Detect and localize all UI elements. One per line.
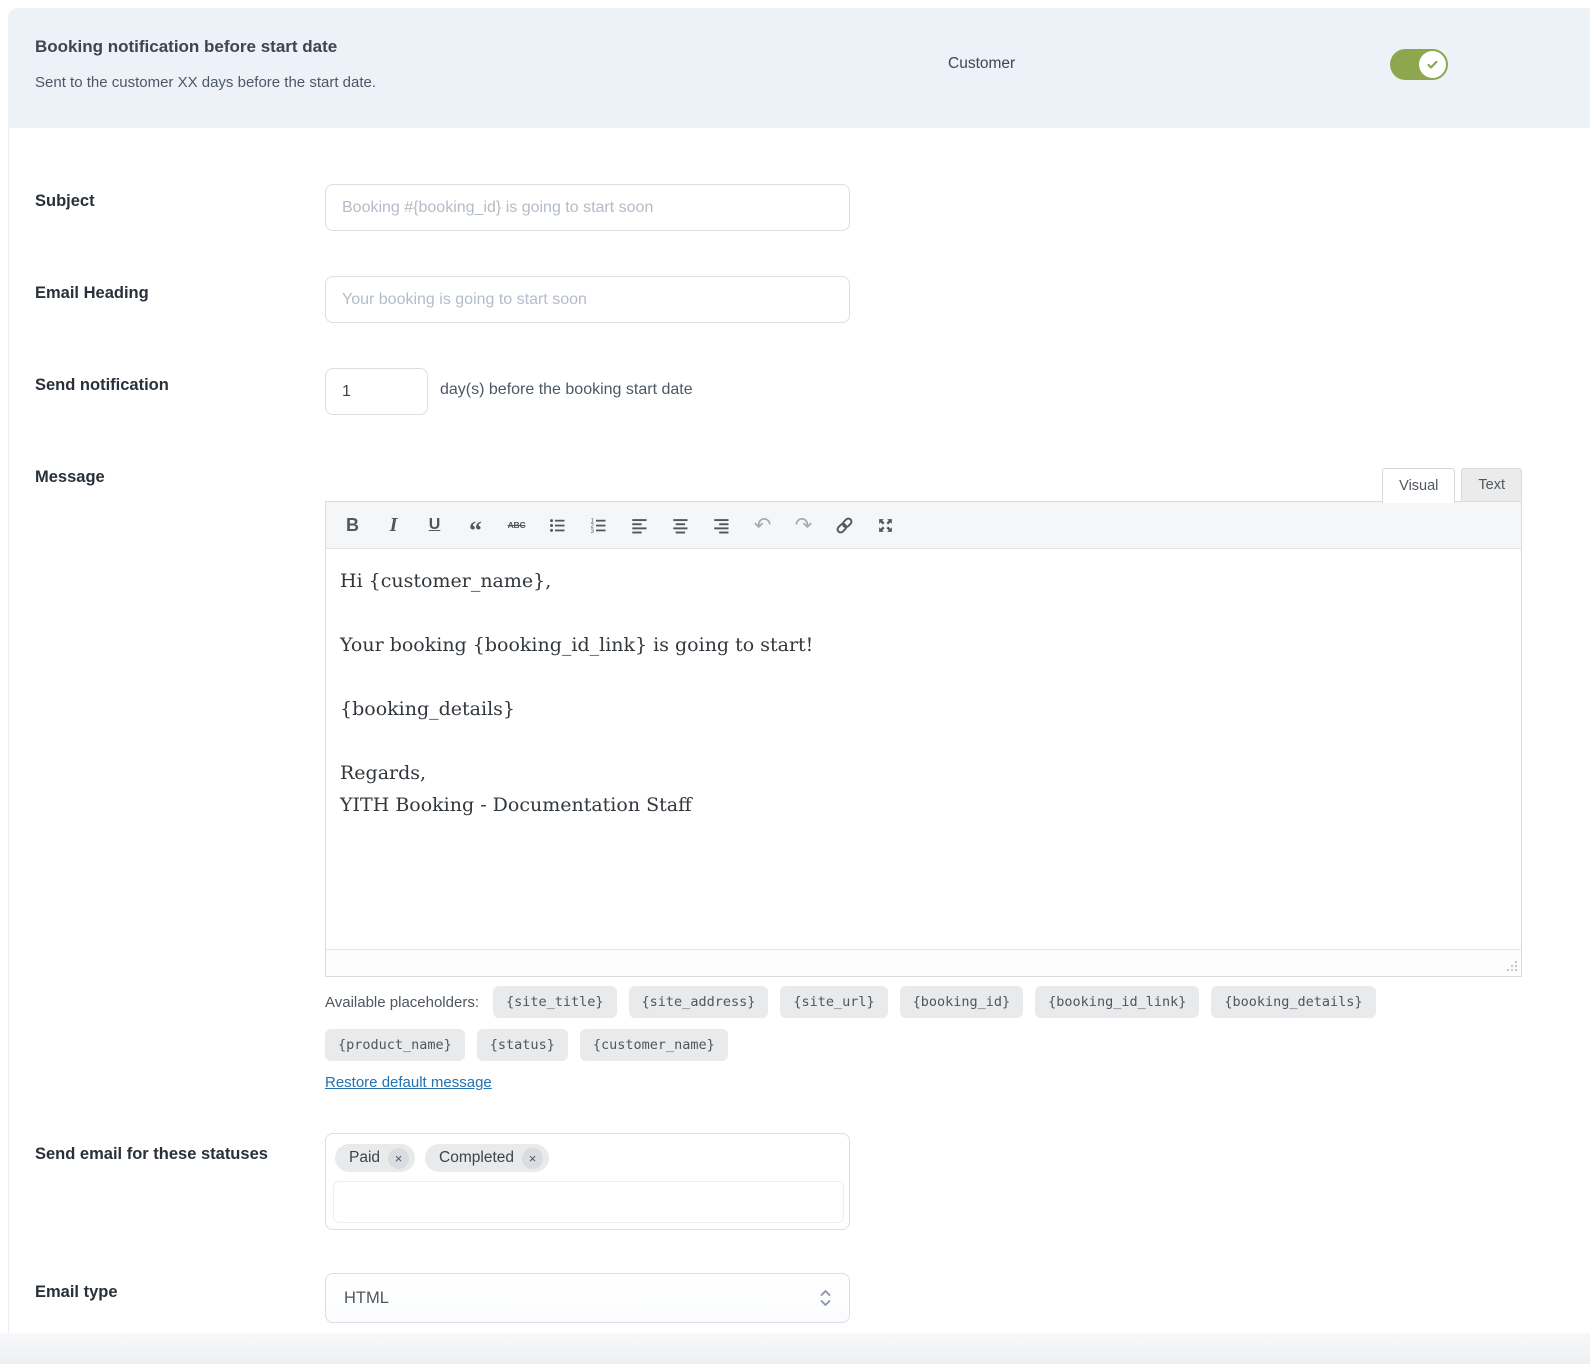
available-placeholders-label: Available placeholders: bbox=[325, 994, 479, 1011]
align-left-icon bbox=[631, 517, 648, 534]
tab-visual[interactable]: Visual bbox=[1382, 468, 1455, 503]
underline-icon: U bbox=[429, 516, 441, 534]
page-title: Booking notification before start date bbox=[35, 37, 337, 57]
redo-button[interactable]: ↷ bbox=[786, 508, 822, 542]
tab-text[interactable]: Text bbox=[1461, 468, 1522, 502]
numbered-list-button[interactable]: 1 2 3 bbox=[581, 508, 617, 542]
statuses-multiselect[interactable]: Paid × Completed × bbox=[325, 1133, 850, 1230]
status-chip-label: Completed bbox=[439, 1149, 514, 1167]
restore-default-message-link[interactable]: Restore default message bbox=[325, 1074, 492, 1091]
placeholder-chip[interactable]: {booking_id_link} bbox=[1035, 986, 1199, 1018]
fullscreen-icon bbox=[877, 517, 894, 534]
align-center-button[interactable] bbox=[663, 508, 699, 542]
placeholder-chip[interactable]: {site_address} bbox=[629, 986, 769, 1018]
status-chip: Completed × bbox=[425, 1144, 549, 1172]
placeholder-chip[interactable]: {site_url} bbox=[780, 986, 887, 1018]
bulleted-list-button[interactable] bbox=[540, 508, 576, 542]
recipient-label: Customer bbox=[948, 55, 1015, 73]
days-before-input[interactable] bbox=[325, 368, 428, 415]
enable-notification-toggle[interactable] bbox=[1390, 49, 1448, 80]
undo-icon: ↶ bbox=[754, 515, 772, 536]
status-chip: Paid × bbox=[335, 1144, 415, 1172]
placeholder-chip[interactable]: {customer_name} bbox=[580, 1029, 728, 1061]
panel-bottom-edge bbox=[0, 1333, 1590, 1364]
panel-border bbox=[8, 128, 9, 1364]
bold-button[interactable]: B bbox=[335, 508, 371, 542]
undo-button[interactable]: ↶ bbox=[745, 508, 781, 542]
editor-tabs: Visual Text bbox=[325, 468, 1522, 502]
email-type-label: Email type bbox=[35, 1281, 118, 1304]
placeholder-chip[interactable]: {status} bbox=[477, 1029, 568, 1061]
placeholder-chip[interactable]: {booking_id} bbox=[900, 986, 1024, 1018]
align-right-button[interactable] bbox=[704, 508, 740, 542]
editor-statusbar bbox=[326, 949, 1521, 976]
status-chips: Paid × Completed × bbox=[326, 1134, 849, 1172]
align-left-button[interactable] bbox=[622, 508, 658, 542]
bold-icon: B bbox=[346, 515, 359, 536]
resize-handle-icon[interactable] bbox=[1505, 960, 1518, 973]
remove-status-button[interactable]: × bbox=[522, 1148, 543, 1169]
subject-input[interactable] bbox=[325, 184, 850, 231]
email-heading-input[interactable] bbox=[325, 276, 850, 323]
editor-toolbar: B I U “ ABC 1 2 3 bbox=[326, 502, 1521, 549]
underline-button[interactable]: U bbox=[417, 508, 453, 542]
status-chip-label: Paid bbox=[349, 1149, 380, 1167]
align-right-icon bbox=[713, 517, 730, 534]
statuses-label: Send email for these statuses bbox=[35, 1143, 285, 1166]
blockquote-icon: “ bbox=[469, 526, 482, 536]
placeholder-chip[interactable]: {site_title} bbox=[493, 986, 617, 1018]
page-subtitle: Sent to the customer XX days before the … bbox=[35, 74, 376, 91]
email-notification-settings-page: Booking notification before start date S… bbox=[0, 0, 1590, 1364]
panel-header: Booking notification before start date S… bbox=[8, 8, 1590, 128]
strikethrough-icon: ABC bbox=[508, 520, 526, 530]
placeholder-chip[interactable]: {booking_details} bbox=[1211, 986, 1375, 1018]
italic-button[interactable]: I bbox=[376, 508, 412, 542]
numbered-list-icon: 1 2 3 bbox=[590, 517, 607, 534]
available-placeholders: Available placeholders: {site_title} {sit… bbox=[325, 986, 1430, 1061]
align-center-icon bbox=[672, 517, 689, 534]
message-content[interactable]: Hi {customer_name},Your booking {booking… bbox=[326, 549, 1521, 949]
remove-status-button[interactable]: × bbox=[388, 1148, 409, 1169]
select-chevrons-icon bbox=[818, 1287, 833, 1309]
redo-icon: ↷ bbox=[795, 515, 813, 536]
days-before-suffix: day(s) before the booking start date bbox=[440, 381, 693, 399]
toggle-knob bbox=[1419, 51, 1446, 78]
email-type-select[interactable]: HTML bbox=[325, 1273, 850, 1323]
link-icon bbox=[835, 516, 854, 535]
email-heading-label: Email Heading bbox=[35, 282, 149, 305]
link-button[interactable] bbox=[827, 508, 863, 542]
statuses-input[interactable] bbox=[333, 1181, 844, 1223]
message-label: Message bbox=[35, 466, 105, 489]
italic-icon: I bbox=[390, 514, 398, 537]
bulleted-list-icon bbox=[549, 517, 566, 534]
subject-label: Subject bbox=[35, 190, 95, 213]
fullscreen-button[interactable] bbox=[868, 508, 904, 542]
svg-text:3: 3 bbox=[591, 528, 595, 533]
check-icon bbox=[1425, 57, 1440, 72]
send-notification-label: Send notification bbox=[35, 374, 169, 397]
blockquote-button[interactable]: “ bbox=[458, 508, 494, 542]
strikethrough-button[interactable]: ABC bbox=[499, 508, 535, 542]
placeholder-chip[interactable]: {product_name} bbox=[325, 1029, 465, 1061]
email-type-value: HTML bbox=[344, 1289, 389, 1308]
message-editor: B I U “ ABC 1 2 3 bbox=[325, 501, 1522, 977]
